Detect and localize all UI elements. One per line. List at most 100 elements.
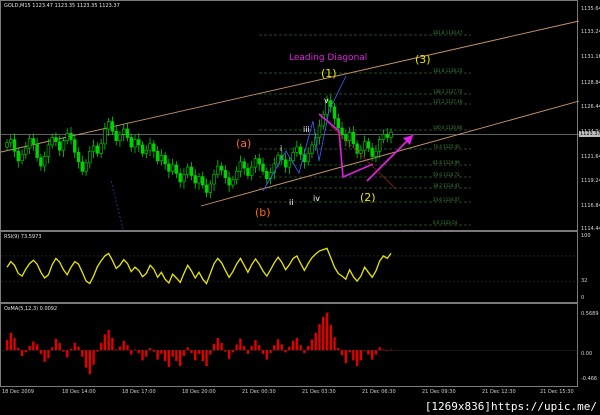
osma-bar	[5, 340, 9, 351]
price-tick-label: 1131.16	[581, 54, 600, 60]
osma-bar	[99, 342, 103, 351]
bull-candle	[197, 176, 201, 184]
bull-candle	[170, 164, 175, 172]
bull-candle	[216, 165, 220, 175]
bear-candle	[152, 143, 156, 152]
price-tick-label: 1128.84	[581, 80, 600, 86]
osma-scale-mid: 0.00	[581, 351, 593, 357]
osma-bar	[28, 345, 31, 351]
bull-candle	[389, 131, 393, 138]
osma-bar	[92, 350, 95, 365]
osma-bar	[258, 345, 261, 351]
osma-bar	[20, 350, 24, 357]
osma-bar	[9, 332, 12, 351]
rsi-chart-svg	[1, 247, 579, 285]
bear-candle	[223, 169, 228, 178]
rsi-line	[6, 247, 392, 285]
osma-bar	[107, 329, 110, 351]
rsi-scale-bottom: 0	[581, 295, 585, 301]
osma-bar	[194, 350, 197, 361]
wave-a-label: (a)	[236, 137, 252, 150]
mt4-chart-window: 261.8 1130.47 161.8 1128.25 138.2 1127.70 1…	[0, 0, 600, 415]
time-tick-label: 18 Dec 14:00	[62, 389, 96, 395]
osma-bar	[231, 350, 235, 353]
fib-level-label: 50.0 1124.72	[433, 172, 460, 177]
bear-candle	[332, 106, 337, 119]
bull-candle	[122, 128, 126, 135]
rsi-scale-mid: 32	[581, 278, 588, 284]
bull-candle	[186, 166, 190, 175]
osma-bar	[340, 350, 344, 356]
osma-bar	[114, 349, 118, 351]
bear-candle	[178, 173, 182, 183]
bear-candle	[31, 138, 36, 145]
bear-candle	[140, 144, 145, 154]
osma-bar	[246, 350, 250, 354]
bear-candle	[246, 167, 250, 176]
fib-level-label: 161.8 1128.25	[433, 68, 463, 73]
bear-candle	[80, 161, 84, 172]
osma-bar	[111, 337, 114, 351]
bull-candle	[61, 140, 66, 151]
osma-bar	[13, 337, 16, 351]
bull-candle	[88, 150, 92, 164]
bull-candle	[46, 144, 51, 157]
bear-candle	[73, 139, 77, 153]
bear-candle	[155, 150, 160, 162]
osma-bar	[77, 346, 80, 351]
bear-candle	[193, 175, 197, 184]
time-tick-label: 21 Dec 03:30	[302, 389, 336, 395]
osma-title: OsMA(5,12,3) 0.0092	[4, 306, 58, 312]
time-tick-label: 21 Dec 06:30	[362, 389, 396, 395]
osma-bar	[382, 349, 385, 351]
osma-bar	[178, 350, 182, 367]
osma-bar	[363, 350, 366, 351]
osma-bar	[352, 350, 355, 361]
bull-candle	[347, 131, 352, 141]
osma-bar	[216, 337, 220, 351]
osma-bar	[370, 350, 374, 360]
bear-candle	[227, 177, 231, 186]
rsi-title: RSI(9) 73.5973	[4, 234, 42, 240]
bear-candle	[54, 137, 58, 143]
osma-bar	[35, 344, 39, 351]
price-pane[interactable]: 261.8 1130.47 161.8 1128.25 138.2 1127.70 1…	[0, 0, 579, 231]
fib-level-label: 127.2 1127.46	[433, 99, 463, 104]
osma-bar	[378, 347, 381, 351]
bear-candle	[261, 163, 265, 172]
bull-candle	[250, 166, 254, 176]
osma-bar	[201, 350, 204, 362]
osma-bar	[322, 316, 325, 351]
time-tick-label: 21 Dec 12:30	[482, 389, 516, 395]
osma-bar	[209, 350, 212, 355]
osma-bar	[359, 350, 363, 361]
osma-bar	[239, 338, 242, 351]
bear-candle	[370, 147, 374, 157]
current-price-marker: 1123.37	[579, 130, 600, 137]
bear-candle	[167, 163, 171, 172]
bear-candle	[76, 151, 81, 163]
osma-bar	[212, 343, 216, 351]
bull-candle	[238, 161, 243, 172]
osma-bar	[314, 332, 317, 351]
bull-candle	[378, 139, 382, 152]
osma-bar	[32, 341, 35, 351]
fib-level-label: 138.2 1127.70	[433, 89, 463, 94]
osma-bar	[50, 347, 54, 351]
time-tick-label: 18 Dec 17:00	[122, 389, 156, 395]
osma-pane[interactable]: OsMA(5,12,3) 0.0092	[0, 303, 579, 387]
bull-candle	[103, 128, 107, 145]
osma-bar	[197, 350, 201, 354]
osma-bar	[171, 350, 174, 357]
osma-bar	[291, 340, 295, 351]
osma-bar	[148, 348, 152, 351]
osma-bar	[137, 350, 140, 354]
fib-level-label: 261.8 1130.47	[433, 30, 463, 35]
osma-bar	[175, 350, 178, 362]
osma-bar	[81, 350, 84, 357]
rsi-pane[interactable]: RSI(9) 73.5973	[0, 231, 579, 303]
bull-candle	[5, 142, 9, 148]
watermark: [1269x836]https://upic.me/	[422, 399, 599, 414]
time-tick-label: 21 Dec 09:30	[422, 389, 456, 395]
osma-bar	[17, 348, 20, 351]
